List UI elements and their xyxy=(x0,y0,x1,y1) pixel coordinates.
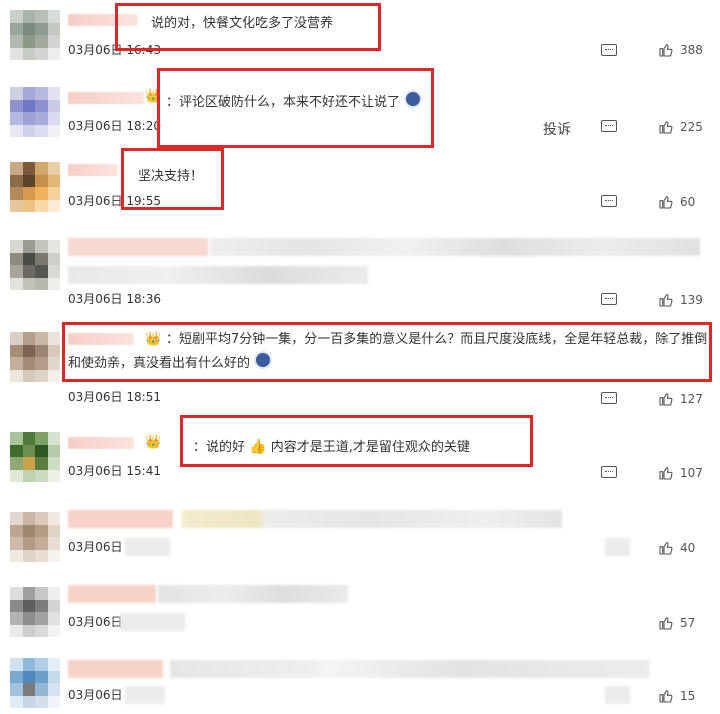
comment-icon[interactable] xyxy=(605,538,630,556)
thumbs-up-icon xyxy=(658,391,674,407)
thumbs-up-icon xyxy=(658,615,674,631)
timestamp: 03月06日 xyxy=(68,540,123,554)
comment-row: 03月06日 18:36 139 xyxy=(0,228,720,318)
thumbs-up-icon xyxy=(658,540,674,556)
username[interactable] xyxy=(68,238,208,256)
username[interactable] xyxy=(68,585,156,603)
like-button[interactable]: 225 xyxy=(658,119,703,135)
highlight-box xyxy=(121,148,224,210)
username[interactable] xyxy=(68,660,163,678)
highlight-box xyxy=(62,322,712,382)
avatar[interactable] xyxy=(10,658,60,708)
comment-text xyxy=(182,510,562,528)
comment-text xyxy=(170,660,650,678)
avatar[interactable] xyxy=(10,587,60,637)
thumbs-up-icon xyxy=(658,688,674,704)
like-button[interactable]: 107 xyxy=(658,465,703,481)
comment-icon[interactable] xyxy=(601,392,617,404)
avatar[interactable] xyxy=(10,87,60,137)
thumbs-up-icon xyxy=(658,42,674,58)
avatar[interactable] xyxy=(10,432,60,482)
like-button[interactable]: 57 xyxy=(658,615,695,631)
comment-icon[interactable] xyxy=(601,293,617,305)
avatar[interactable] xyxy=(10,10,60,60)
thumbs-up-icon xyxy=(658,465,674,481)
timestamp-blur xyxy=(120,613,185,631)
timestamp: 03月06日 18:20 xyxy=(68,119,161,133)
like-button[interactable]: 60 xyxy=(658,194,695,210)
like-button[interactable]: 40 xyxy=(658,540,695,556)
comment-icon[interactable] xyxy=(605,686,630,704)
thumbs-up-icon xyxy=(658,292,674,308)
comment-icon[interactable] xyxy=(601,44,617,56)
timestamp-blur xyxy=(125,538,170,556)
username[interactable] xyxy=(68,437,134,449)
comment-row: 03月06日 15 xyxy=(0,648,720,714)
like-button[interactable]: 139 xyxy=(658,292,703,308)
like-button[interactable]: 388 xyxy=(658,42,703,58)
like-button[interactable]: 127 xyxy=(658,391,703,407)
comment-row: 坚决支持！ 03月06日 19:55 60 xyxy=(0,150,720,225)
highlight-box xyxy=(115,3,381,51)
thumbs-up-icon xyxy=(658,194,674,210)
username[interactable] xyxy=(68,92,144,104)
comment-text xyxy=(210,238,700,256)
crown-icon: 👑 xyxy=(145,435,162,450)
timestamp-blur xyxy=(125,686,165,704)
comment-row: 03月06日 57 xyxy=(0,575,720,650)
timestamp: 03月06日 18:51 xyxy=(68,390,161,404)
comment-text xyxy=(68,266,368,284)
report-button[interactable]: 投诉 xyxy=(543,119,571,139)
like-button[interactable]: 15 xyxy=(658,688,695,704)
comment-text xyxy=(158,585,348,603)
highlight-box xyxy=(157,68,434,148)
avatar[interactable] xyxy=(10,512,60,562)
comment-icon[interactable] xyxy=(601,466,617,478)
comment-icon[interactable] xyxy=(601,195,617,207)
avatar[interactable] xyxy=(10,332,60,382)
timestamp: 03月06日 15:41 xyxy=(68,464,161,478)
username[interactable] xyxy=(68,164,118,176)
thumbs-up-icon xyxy=(658,119,674,135)
timestamp: 03月06日 18:36 xyxy=(68,292,161,306)
comment-icon[interactable] xyxy=(601,120,617,132)
highlight-box xyxy=(180,415,533,467)
username[interactable] xyxy=(68,510,173,528)
avatar[interactable] xyxy=(10,240,60,290)
comment-row: 03月06日 40 xyxy=(0,500,720,575)
timestamp: 03月06日 xyxy=(68,615,123,629)
avatar[interactable] xyxy=(10,162,60,212)
timestamp: 03月06日 xyxy=(68,688,123,702)
